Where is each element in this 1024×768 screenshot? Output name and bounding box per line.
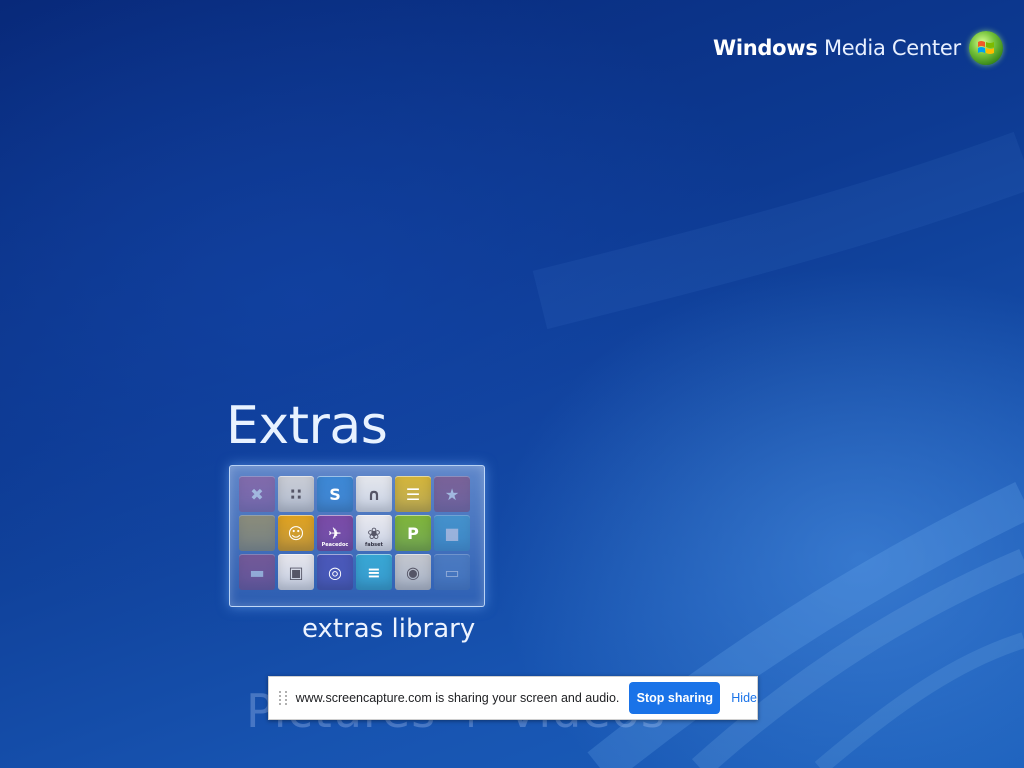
faded-x-icon: ✖	[239, 476, 275, 512]
people-icon-glyph: ☺	[287, 523, 305, 543]
box-icon: ▣	[278, 554, 314, 590]
windows-media-center-logo: Windows Media Center	[713, 30, 1003, 66]
globe-icon-glyph: ◎	[328, 562, 342, 582]
stop-sharing-button[interactable]: Stop sharing	[629, 682, 721, 714]
extras-library-label[interactable]: extras library	[302, 614, 475, 644]
screen-sharing-notification-bar: www.screencapture.com is sharing your sc…	[268, 676, 758, 720]
drag-handle-icon[interactable]	[279, 691, 287, 705]
cards-icon-glyph: ≡	[367, 562, 381, 582]
app-tile-label: Peacedoc	[321, 542, 349, 548]
flower-icon-glyph: ❀	[367, 523, 381, 543]
flash-s-icon: S	[317, 476, 353, 512]
bird-icon-glyph: ✈	[328, 523, 342, 543]
news-icon: ☰	[395, 476, 431, 512]
yellow-block-icon	[239, 515, 275, 551]
flash-s-icon-glyph: S	[329, 484, 341, 504]
cards-icon: ≡	[356, 554, 392, 590]
p-coin-icon-glyph: P	[407, 523, 419, 543]
brand-windows: Windows	[713, 36, 818, 60]
background-light-streaks	[532, 131, 1024, 768]
faded-x-icon-glyph: ✖	[250, 484, 264, 504]
section-title-extras[interactable]: Extras	[226, 396, 388, 456]
windows-flag-orb-icon	[968, 31, 1003, 65]
flower-icon: ❀ fabset	[356, 515, 392, 551]
cyan-square-icon-glyph: ■	[444, 523, 460, 543]
extras-app-icon-grid: ✖ ∷ S ∩ ☰ ★ ☺ ✈ Peacedoc ❀ fabset P ■ ▬ ▣ ◎ ≡ ◉ ▭	[239, 476, 470, 590]
grid-dots-icon-glyph: ∷	[290, 484, 302, 504]
monitor-icon: ▭	[434, 554, 470, 590]
cyan-square-icon: ■	[434, 515, 470, 551]
app-tile-label: fabset	[365, 542, 383, 548]
hide-link[interactable]: Hide	[731, 691, 757, 705]
globe-icon: ◎	[317, 554, 353, 590]
people-icon: ☺	[278, 515, 314, 551]
bird-icon: ✈ Peacedoc	[317, 515, 353, 551]
news-icon-glyph: ☰	[405, 484, 421, 504]
monitor-icon-glyph: ▭	[444, 562, 460, 582]
p-coin-icon: P	[395, 515, 431, 551]
grid-dots-icon: ∷	[278, 476, 314, 512]
disc-icon: ◉	[395, 554, 431, 590]
magnet-icon-glyph: ∩	[367, 484, 381, 504]
magnet-icon: ∩	[356, 476, 392, 512]
pink-block-icon-glyph: ▬	[249, 562, 265, 582]
box-icon-glyph: ▣	[288, 562, 304, 582]
brand-wordmark: Windows Media Center	[713, 36, 961, 60]
star-icon-glyph: ★	[444, 484, 460, 504]
pink-block-icon: ▬	[239, 554, 275, 590]
star-icon: ★	[434, 476, 470, 512]
disc-icon-glyph: ◉	[406, 562, 420, 582]
brand-media-center: Media Center	[823, 36, 961, 60]
extras-library-tile[interactable]: ✖ ∷ S ∩ ☰ ★ ☺ ✈ Peacedoc ❀ fabset P ■ ▬ ▣ ◎ ≡ ◉ ▭	[229, 465, 485, 607]
sharing-message: www.screencapture.com is sharing your sc…	[295, 691, 620, 705]
